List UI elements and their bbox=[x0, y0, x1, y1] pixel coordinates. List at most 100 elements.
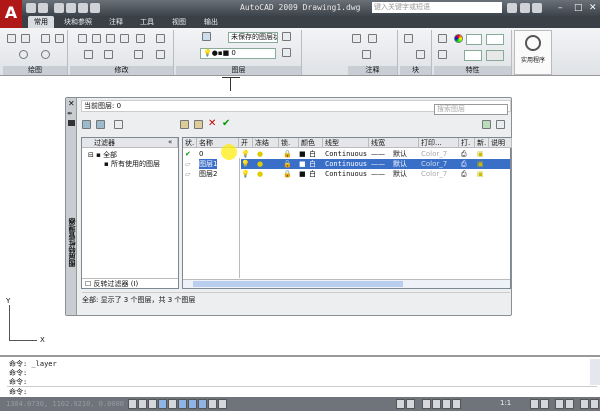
color-icon[interactable] bbox=[454, 34, 463, 43]
lineweight-line[interactable]: —— bbox=[371, 169, 385, 179]
lineweight-combo[interactable] bbox=[486, 34, 504, 45]
ducs-toggle[interactable] bbox=[188, 399, 197, 409]
on-icon[interactable]: 💡 bbox=[241, 159, 250, 169]
table-icon[interactable] bbox=[362, 50, 371, 59]
status-tool-icon[interactable] bbox=[442, 399, 451, 409]
copy-icon[interactable] bbox=[92, 34, 101, 43]
tab-home[interactable]: 常用 bbox=[28, 16, 54, 28]
offset-icon[interactable] bbox=[156, 34, 165, 43]
redo-icon[interactable] bbox=[90, 3, 100, 13]
on-icon[interactable]: 💡 bbox=[241, 149, 250, 159]
lock-icon[interactable]: 🔒 bbox=[283, 149, 292, 159]
utilities-button[interactable]: 实用程序 bbox=[514, 30, 552, 75]
current-layer-combo[interactable]: 💡●▪■ 0 bbox=[200, 48, 276, 59]
color-swatch[interactable]: ■ bbox=[299, 149, 306, 159]
settings-icon[interactable] bbox=[496, 120, 505, 129]
lock-icon[interactable]: 🔒 bbox=[283, 169, 292, 179]
minimize-button[interactable]: – bbox=[558, 3, 563, 13]
layer-row[interactable]: ▱ 图层2 💡 ● 🔒 ■ 白 Continuous —— 默认 Color_7 ⎙ ▣ bbox=[183, 169, 510, 179]
lock-icon[interactable]: 🔒 bbox=[283, 159, 292, 169]
circle-icon[interactable] bbox=[19, 50, 28, 59]
tab-blocks[interactable]: 块和参照 bbox=[58, 16, 98, 28]
close-button[interactable]: ✕ bbox=[589, 3, 597, 13]
column-header[interactable]: 说明 bbox=[489, 138, 512, 148]
print-icon[interactable] bbox=[66, 3, 76, 13]
column-header[interactable]: 线型 bbox=[323, 138, 369, 148]
new-filter-icon[interactable] bbox=[82, 120, 91, 129]
command-input[interactable]: 命令: bbox=[7, 386, 597, 397]
osnap-toggle[interactable] bbox=[168, 399, 177, 409]
polar-toggle[interactable] bbox=[158, 399, 167, 409]
explode-icon[interactable] bbox=[156, 50, 165, 59]
column-header[interactable]: 锁. bbox=[279, 138, 299, 148]
erase-icon[interactable] bbox=[84, 50, 93, 59]
layer-match-icon[interactable] bbox=[282, 48, 291, 57]
new-vp-freeze-icon[interactable]: ▣ bbox=[477, 159, 484, 169]
command-scrollbar[interactable] bbox=[590, 359, 600, 385]
delete-layer-icon[interactable]: ✕ bbox=[208, 118, 216, 129]
move-icon[interactable] bbox=[78, 34, 87, 43]
column-header[interactable]: 新. bbox=[475, 138, 489, 148]
status-tool-icon[interactable] bbox=[580, 399, 589, 409]
rectangle-icon[interactable] bbox=[55, 34, 64, 43]
create-block-icon[interactable] bbox=[416, 50, 425, 59]
status-tool-icon[interactable] bbox=[422, 399, 431, 409]
column-header[interactable]: 颜色 bbox=[299, 138, 323, 148]
ellipse-icon[interactable] bbox=[41, 50, 50, 59]
new-group-filter-icon[interactable] bbox=[96, 120, 105, 129]
plot-icon[interactable]: ⎙ bbox=[461, 169, 467, 179]
tab-output[interactable]: 输出 bbox=[198, 16, 224, 28]
status-icon[interactable]: ▱ bbox=[185, 169, 190, 179]
text-icon[interactable] bbox=[352, 34, 361, 43]
maximize-button[interactable]: □ bbox=[574, 3, 583, 13]
dyn-toggle[interactable] bbox=[198, 399, 207, 409]
horizontal-scrollbar[interactable] bbox=[183, 279, 510, 288]
lineweight-line[interactable]: —— bbox=[371, 149, 385, 159]
refresh-icon[interactable] bbox=[482, 120, 491, 129]
polygon-icon[interactable] bbox=[41, 34, 50, 43]
column-header[interactable]: 打印... bbox=[419, 138, 459, 148]
trim-icon[interactable] bbox=[104, 50, 113, 59]
new-icon[interactable] bbox=[26, 3, 36, 13]
status-icon[interactable]: ✔ bbox=[185, 149, 191, 159]
fillet-icon[interactable] bbox=[134, 50, 143, 59]
set-current-icon[interactable]: ✔ bbox=[222, 118, 230, 129]
plot-style-combo[interactable] bbox=[486, 50, 504, 61]
tab-view[interactable]: 视图 bbox=[166, 16, 192, 28]
plot-icon[interactable]: ⎙ bbox=[461, 149, 467, 159]
freeze-icon[interactable]: ● bbox=[257, 149, 263, 159]
on-icon[interactable]: 💡 bbox=[241, 169, 250, 179]
scale-icon[interactable] bbox=[120, 34, 129, 43]
color-swatch[interactable]: ■ bbox=[299, 169, 306, 179]
status-tool-icon[interactable] bbox=[406, 399, 415, 409]
column-header[interactable]: 开 bbox=[239, 138, 253, 148]
layer-states-icon[interactable] bbox=[114, 120, 123, 129]
layer-properties-icon[interactable] bbox=[202, 32, 211, 41]
otrack-toggle[interactable] bbox=[178, 399, 187, 409]
status-tool-icon[interactable] bbox=[530, 399, 539, 409]
layer-isolate-icon[interactable] bbox=[282, 32, 291, 41]
new-layer-frozen-icon[interactable] bbox=[194, 120, 203, 129]
new-vp-freeze-icon[interactable]: ▣ bbox=[477, 169, 484, 179]
status-tool-icon[interactable] bbox=[565, 399, 574, 409]
lwt-toggle[interactable] bbox=[208, 399, 217, 409]
status-tool-icon[interactable] bbox=[452, 399, 461, 409]
linetype-combo[interactable] bbox=[464, 50, 482, 61]
color-swatch[interactable]: ■ bbox=[299, 159, 306, 169]
snap-toggle[interactable] bbox=[128, 399, 137, 409]
search-icon[interactable] bbox=[507, 3, 517, 13]
communication-icon[interactable] bbox=[520, 3, 530, 13]
tree-item-used[interactable]: ▪ 所有使用的图层 bbox=[104, 159, 160, 169]
collapse-icon[interactable]: « bbox=[168, 138, 172, 146]
undo-icon[interactable] bbox=[78, 3, 88, 13]
auto-hide-icon[interactable]: ⇹ bbox=[67, 110, 72, 117]
scrollbar-thumb[interactable] bbox=[193, 281, 403, 287]
tab-tools[interactable]: 工具 bbox=[134, 16, 160, 28]
lineweight-line[interactable]: —— bbox=[371, 159, 385, 169]
dimension-icon[interactable] bbox=[368, 34, 377, 43]
line-icon[interactable] bbox=[7, 34, 16, 43]
command-window[interactable]: 命令: _layer 命令: 命令: 命令: bbox=[0, 355, 600, 397]
favorites-icon[interactable] bbox=[532, 3, 542, 13]
palette-title-strip[interactable]: ✕ ⇹ 图层特性管理器 bbox=[66, 98, 77, 315]
properties-icon[interactable] bbox=[68, 120, 75, 126]
